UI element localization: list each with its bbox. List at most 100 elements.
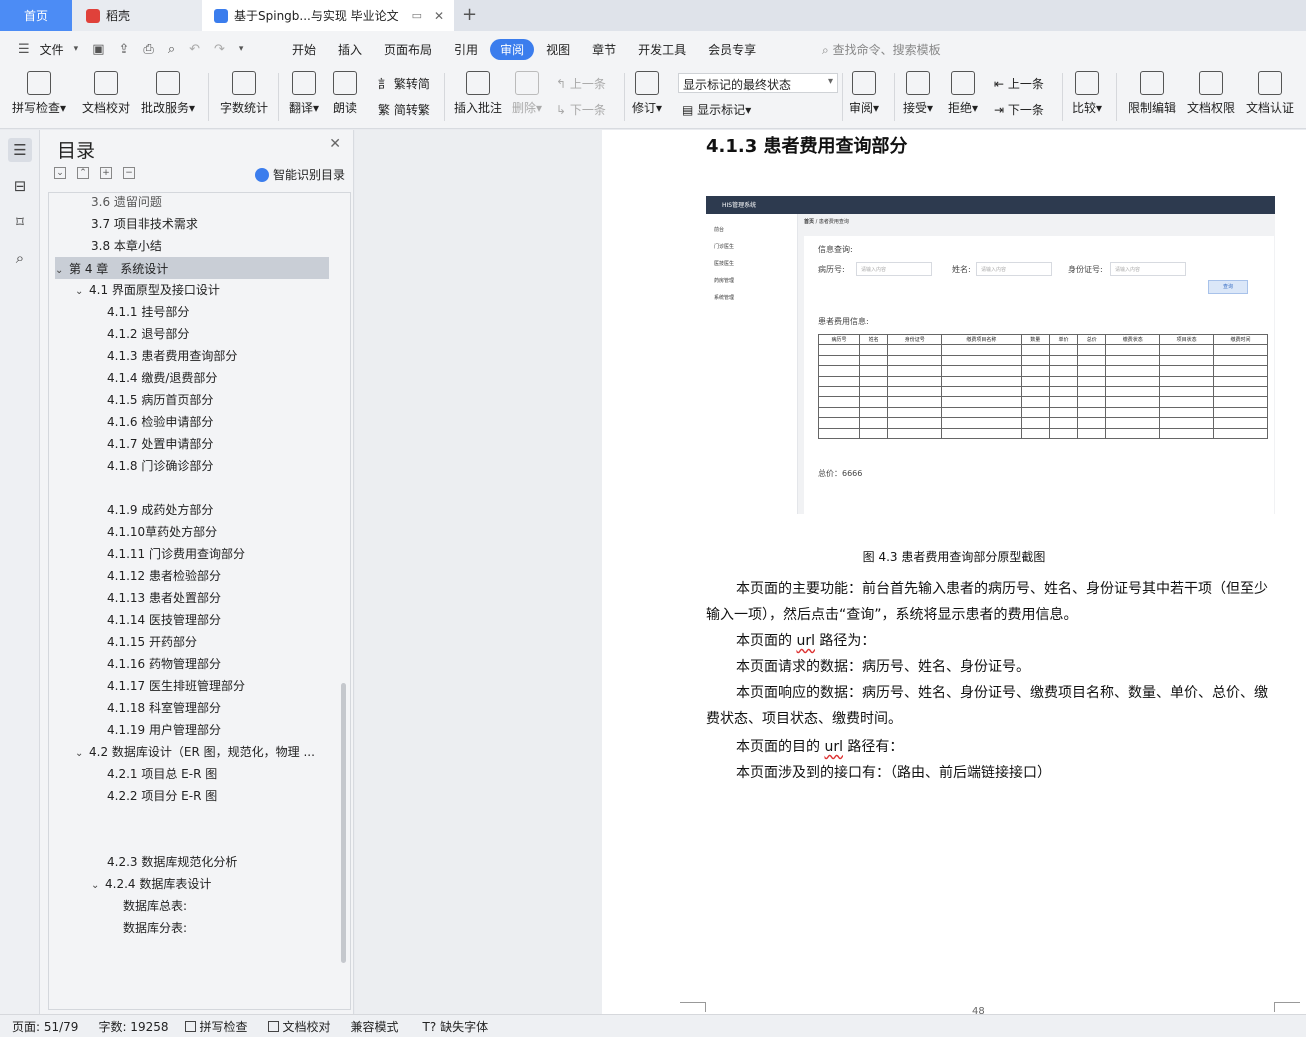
insert-comment-button[interactable]: 插入批注 <box>454 71 502 116</box>
chevron-down-icon[interactable]: ⌄ <box>91 880 105 891</box>
delete-comment-button[interactable]: 删除▾ <box>512 71 542 116</box>
toc-item[interactable]: ⌄ 4.2 数据库设计（ER 图，规范化，物理 ... <box>75 743 315 760</box>
file-menu[interactable]: 文件 <box>40 41 64 58</box>
toc-item[interactable]: 4.1.17 医生排班管理部分 <box>107 677 245 694</box>
chevron-down-icon[interactable]: ⌄ <box>75 286 89 297</box>
scrollbar-thumb[interactable] <box>341 683 346 963</box>
toc-item[interactable]: 4.1.5 病历首页部分 <box>107 391 213 408</box>
hamburger-icon[interactable]: ☰ <box>14 42 34 57</box>
toc-item[interactable]: 4.1.13 患者处置部分 <box>107 589 221 606</box>
toc-item[interactable]: 3.6 遗留问题 <box>91 193 162 210</box>
toc-item[interactable]: 4.2.1 项目总 E-R 图 <box>107 765 217 782</box>
toc-item[interactable]: 4.1.9 成药处方部分 <box>107 501 213 518</box>
redo-icon[interactable]: ↷ <box>210 42 229 57</box>
bookmark-icon[interactable]: ⌑ <box>8 210 32 234</box>
expand-all-icon[interactable]: ⌄ <box>54 167 66 179</box>
toc-item[interactable]: 4.1.2 退号部分 <box>107 325 189 342</box>
show-markup-button[interactable]: ▤ 显示标记▾ <box>682 101 751 118</box>
toc-item-selected[interactable]: ⌄ 第 4 章 系统设计 <box>55 257 329 279</box>
export-icon[interactable]: ⇪ <box>115 42 134 57</box>
customize-chevron-icon[interactable]: ▾ <box>235 44 248 54</box>
outline-icon[interactable]: ☰ <box>8 138 32 162</box>
missing-font-button[interactable]: T? 缺失字体 <box>423 1018 489 1035</box>
restrict-edit-button[interactable]: 限制编辑 <box>1128 71 1176 116</box>
collapse-all-icon[interactable]: ⌃ <box>77 167 89 179</box>
tab-review[interactable]: 审阅 <box>490 38 535 60</box>
close-tab-icon[interactable]: ✕ <box>434 9 444 23</box>
tab-member[interactable]: 会员专享 <box>698 39 766 60</box>
tab-daoke[interactable]: 稻壳 <box>72 0 202 31</box>
doc-proof-button[interactable]: 文档校对 <box>82 71 130 116</box>
tab-view[interactable]: 视图 <box>536 39 580 60</box>
prev-comment-button[interactable]: ↰ 上一条 <box>556 75 606 92</box>
doc-permission-button[interactable]: 文档权限 <box>1187 71 1235 116</box>
next-change-button[interactable]: ⇥ 下一条 <box>994 101 1044 118</box>
print-preview-icon[interactable]: ⌕ <box>164 42 179 57</box>
new-tab-button[interactable]: + <box>462 4 477 25</box>
close-icon[interactable]: ✕ <box>329 136 341 152</box>
search-icon[interactable]: ⌕ <box>8 246 32 270</box>
word-count[interactable]: 字数: 19258 <box>98 1018 168 1035</box>
toc-item[interactable]: 4.1.6 检验申请部分 <box>107 413 213 430</box>
tab-document[interactable]: 基于Spingb...与实现 毕业论文 ▭ ✕ <box>202 0 454 31</box>
word-count-button[interactable]: 字数统计 <box>220 71 268 116</box>
toc-item[interactable]: 4.2.3 数据库规范化分析 <box>107 853 237 870</box>
track-changes-button[interactable]: 修订▾ <box>632 71 662 116</box>
expand-level-icon[interactable]: + <box>100 167 112 179</box>
markup-state-select[interactable]: 显示标记的最终状态 <box>678 73 838 93</box>
simp-to-trad-button[interactable]: 繁 简转繁 <box>378 101 430 118</box>
review-pane-button[interactable]: 审阅▾ <box>849 71 879 116</box>
toc-item[interactable]: ⌄ 4.1 界面原型及接口设计 <box>75 281 220 298</box>
compare-button[interactable]: 比较▾ <box>1072 71 1102 116</box>
smart-toc-button[interactable]: 智能识别目录 <box>254 166 345 183</box>
toc-item[interactable]: 4.1.15 开药部分 <box>107 633 197 650</box>
toc-item[interactable]: 4.1.14 医技管理部分 <box>107 611 221 628</box>
collapse-level-icon[interactable]: − <box>123 167 135 179</box>
reject-button[interactable]: 拒绝▾ <box>948 71 978 116</box>
toc-item[interactable]: ⌄ 4.2.4 数据库表设计 <box>91 875 211 892</box>
prev-change-button[interactable]: ⇤ 上一条 <box>994 75 1044 92</box>
status-doc-proof[interactable]: 文档校对 <box>267 1018 331 1035</box>
doc-cert-button[interactable]: 文档认证 <box>1246 71 1294 116</box>
document-page[interactable]: 4.1.3 患者费用查询部分 HIS管理系统 前台 门诊医生 医技医生 药房管理… <box>602 130 1306 1017</box>
accept-button[interactable]: 接受▾ <box>903 71 933 116</box>
chevron-down-icon[interactable]: ⌄ <box>75 748 89 759</box>
chevron-down-icon[interactable]: ⌄ <box>55 265 69 276</box>
tab-home[interactable]: 首页 <box>0 0 72 31</box>
toc-item[interactable]: 3.7 项目非技术需求 <box>91 215 198 232</box>
toc-item[interactable]: 4.1.7 处置申请部分 <box>107 435 213 452</box>
undo-icon[interactable]: ↶ <box>185 42 204 57</box>
toc-item[interactable]: 4.2.2 项目分 E-R 图 <box>107 787 217 804</box>
tab-insert[interactable]: 插入 <box>328 39 372 60</box>
save-icon[interactable]: ▣ <box>88 42 108 57</box>
next-comment-button[interactable]: ↳ 下一条 <box>556 101 606 118</box>
print-icon[interactable]: ⎙ <box>139 42 157 57</box>
tab-chapter[interactable]: 章节 <box>582 39 626 60</box>
tab-developer[interactable]: 开发工具 <box>628 39 696 60</box>
revise-service-button[interactable]: 批改服务▾ <box>141 71 195 116</box>
toc-item[interactable]: 4.1.3 患者费用查询部分 <box>107 347 237 364</box>
toc-item[interactable]: 4.1.12 患者检验部分 <box>107 567 221 584</box>
tab-start[interactable]: 开始 <box>282 39 326 60</box>
toc-item[interactable]: 4.1.8 门诊确诊部分 <box>107 457 213 474</box>
toc-item[interactable]: 4.1.1 挂号部分 <box>107 303 189 320</box>
toc-item[interactable]: 4.1.19 用户管理部分 <box>107 721 221 738</box>
toc-item[interactable]: 4.1.10草药处方部分 <box>107 523 217 540</box>
trad-to-simp-button[interactable]: 訁 繁转简 <box>378 75 430 92</box>
read-aloud-button[interactable]: 朗读 <box>333 71 357 116</box>
window-pin-icon[interactable]: ▭ <box>412 9 422 22</box>
status-spell-check[interactable]: 拼写检查 <box>184 1018 248 1035</box>
toc-item[interactable]: 数据库总表: <box>123 897 187 914</box>
tab-references[interactable]: 引用 <box>444 39 488 60</box>
page-indicator[interactable]: 页面: 51/79 <box>12 1018 78 1035</box>
toc-item[interactable]: 4.1.18 科室管理部分 <box>107 699 221 716</box>
command-search[interactable]: ⌕ 查找命令、搜索模板 <box>822 41 941 58</box>
toc-item[interactable]: 4.1.11 门诊费用查询部分 <box>107 545 245 562</box>
toc-item[interactable]: 4.1.16 药物管理部分 <box>107 655 221 672</box>
chevron-down-icon[interactable]: ▾ <box>70 44 83 54</box>
chapter-nav-icon[interactable]: ⊟ <box>8 174 32 198</box>
translate-button[interactable]: 翻译▾ <box>289 71 319 116</box>
toc-item[interactable]: 4.1.4 缴费/退费部分 <box>107 369 217 386</box>
tab-page-layout[interactable]: 页面布局 <box>374 39 442 60</box>
spell-check-button[interactable]: 拼写检查▾ <box>12 71 66 116</box>
